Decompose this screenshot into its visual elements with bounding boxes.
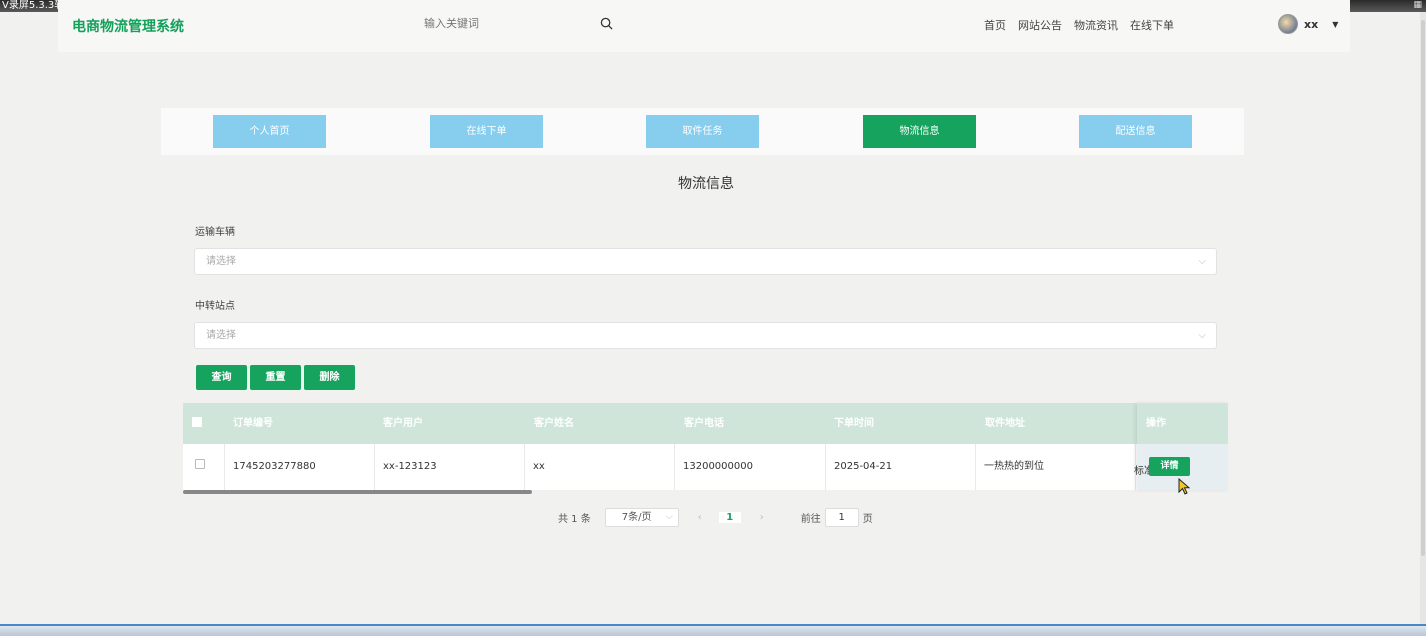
station-label: 中转站点 bbox=[195, 301, 235, 312]
goto-input[interactable]: 1 bbox=[824, 508, 859, 527]
mouse-cursor-icon bbox=[1178, 478, 1191, 495]
col-phone: 客户电话 bbox=[684, 418, 724, 429]
cell-order-no: 1745203277880 bbox=[225, 444, 375, 490]
col-operation: 操作 bbox=[1137, 403, 1228, 444]
top-nav: 首页 网站公告 物流资讯 在线下单 bbox=[984, 17, 1174, 33]
vehicle-placeholder: 请选择 bbox=[206, 256, 236, 267]
tab-logistics-info[interactable]: 物流信息 bbox=[863, 115, 976, 148]
detail-button[interactable]: 详情 bbox=[1149, 457, 1190, 476]
tab-order-online[interactable]: 在线下单 bbox=[430, 115, 543, 148]
tab-personal-home[interactable]: 个人首页 bbox=[213, 115, 326, 148]
chevron-down-icon: ⌵ bbox=[1198, 256, 1206, 267]
table-row: 1745203277880 xx-123123 xx 13200000000 2… bbox=[183, 444, 1228, 490]
row-checkbox[interactable] bbox=[195, 459, 205, 469]
caret-down-icon: ▼ bbox=[1332, 19, 1339, 29]
query-button[interactable]: 查询 bbox=[196, 365, 247, 390]
top-header: 电商物流管理系统 首页 网站公告 物流资讯 在线下单 xx ▼ bbox=[58, 0, 1350, 52]
col-time: 下单时间 bbox=[834, 418, 874, 429]
search-icon[interactable] bbox=[600, 17, 613, 30]
cell-name: xx bbox=[525, 444, 675, 490]
delete-button[interactable]: 删除 bbox=[304, 365, 355, 390]
tab-delivery-info[interactable]: 配送信息 bbox=[1079, 115, 1192, 148]
cell-time: 2025-04-21 bbox=[826, 444, 976, 490]
search-input[interactable] bbox=[424, 17, 584, 30]
page-size-select[interactable]: 7条/页 ⌵ bbox=[604, 508, 679, 527]
cell-user: xx-123123 bbox=[375, 444, 525, 490]
grid-icon: ▦ bbox=[1413, 0, 1422, 10]
nav-home[interactable]: 首页 bbox=[984, 17, 1006, 33]
page-size-value: 7条/页 bbox=[621, 512, 652, 523]
tab-pickup-tasks[interactable]: 取件任务 bbox=[646, 115, 759, 148]
col-order-no: 订单编号 bbox=[233, 418, 273, 429]
chevron-down-icon: ⌵ bbox=[1198, 330, 1206, 341]
next-page-icon[interactable]: › bbox=[751, 512, 773, 523]
table-scrollbar[interactable] bbox=[183, 490, 532, 494]
goto-label: 前往 bbox=[800, 514, 821, 525]
station-placeholder: 请选择 bbox=[206, 330, 236, 341]
vehicle-select[interactable]: 请选择 ⌵ bbox=[194, 248, 1217, 275]
nav-announcements[interactable]: 网站公告 bbox=[1018, 17, 1062, 33]
user-menu[interactable]: xx ▼ bbox=[1278, 14, 1338, 34]
station-select[interactable]: 请选择 ⌵ bbox=[194, 322, 1217, 349]
page-scrollbar[interactable] bbox=[1420, 12, 1426, 624]
col-user: 客户用户 bbox=[383, 418, 423, 429]
tab-panel: 个人首页 在线下单 取件任务 物流信息 配送信息 bbox=[161, 108, 1244, 155]
operation-column: 操作 标准 详情 bbox=[1134, 403, 1228, 490]
page-title: 物流信息 bbox=[678, 176, 734, 192]
cell-phone: 13200000000 bbox=[675, 444, 826, 490]
page-unit: 页 bbox=[862, 514, 873, 525]
select-all-checkbox[interactable] bbox=[192, 417, 202, 427]
avatar bbox=[1278, 14, 1298, 34]
row-checkbox-cell bbox=[183, 444, 225, 490]
nav-news[interactable]: 物流资讯 bbox=[1074, 17, 1118, 33]
username: xx bbox=[1304, 17, 1319, 31]
col-address: 取件地址 bbox=[985, 418, 1025, 429]
pagination: 共 1 条 7条/页 ⌵ ‹ 1 › 前往 1 页 bbox=[558, 508, 873, 527]
nav-order-online[interactable]: 在线下单 bbox=[1130, 17, 1174, 33]
scrollbar-thumb[interactable] bbox=[1421, 20, 1425, 556]
table-header: 订单编号 客户用户 客户姓名 客户电话 下单时间 取件地址 bbox=[183, 403, 1228, 444]
taskbar bbox=[0, 624, 1426, 636]
search-bar bbox=[424, 16, 614, 34]
vehicle-label: 运输车辆 bbox=[195, 227, 235, 238]
brand-title: 电商物流管理系统 bbox=[72, 19, 184, 35]
cell-address: 一热热的到位 bbox=[976, 444, 1136, 490]
prev-page-icon[interactable]: ‹ bbox=[689, 512, 711, 523]
reset-button[interactable]: 重置 bbox=[250, 365, 301, 390]
total-count: 共 1 条 bbox=[558, 514, 591, 525]
chevron-down-icon: ⌵ bbox=[665, 512, 673, 522]
col-name: 客户姓名 bbox=[534, 418, 574, 429]
page-number[interactable]: 1 bbox=[718, 512, 741, 523]
logistics-table: 订单编号 客户用户 客户姓名 客户电话 下单时间 取件地址 1745203277… bbox=[183, 403, 1228, 490]
